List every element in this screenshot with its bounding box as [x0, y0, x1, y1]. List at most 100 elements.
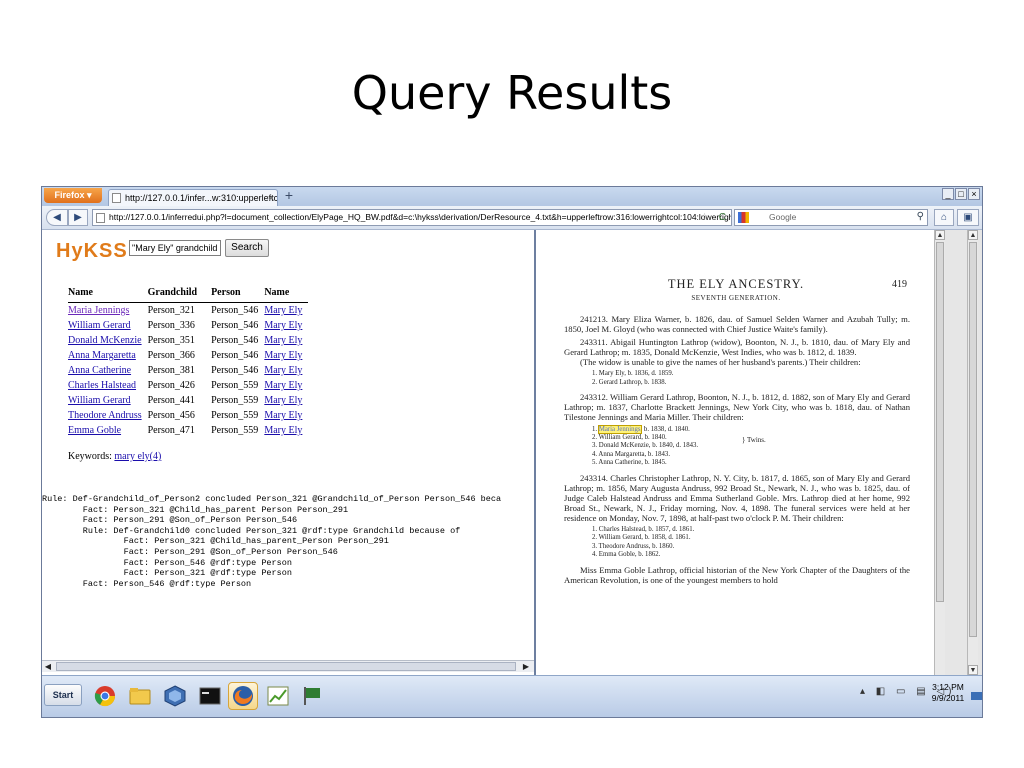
- pdf-vertical-scrollbar[interactable]: ▲: [934, 230, 945, 675]
- pdf-children-list: 1. Mary Ely, b. 1836, d. 1859. 2. Gerard…: [592, 370, 910, 387]
- page-vertical-scrollbar[interactable]: ▲ ▼: [967, 230, 978, 675]
- table-row: William Gerard Person_336 Person_546 Mar…: [68, 318, 308, 333]
- results-table: Name Grandchild Person Name Maria Jennin…: [68, 284, 309, 438]
- slide-title: Query Results: [351, 66, 673, 120]
- person-id: Person_546: [211, 350, 259, 361]
- keywords-label: Keywords:: [68, 451, 112, 462]
- scroll-up-icon[interactable]: ▲: [935, 230, 945, 240]
- hykss-logo: HyKSS: [56, 240, 128, 262]
- scrollbar-thumb[interactable]: [936, 242, 944, 602]
- person-name-link[interactable]: Mary Ely: [264, 395, 302, 406]
- rule-log: Rule: Def-Grandchild_of_Person2 conclude…: [42, 494, 502, 589]
- firefox-icon[interactable]: [228, 682, 258, 710]
- column-header-name: Name: [68, 284, 148, 303]
- start-button[interactable]: Start: [44, 684, 82, 706]
- flag-app-icon[interactable]: [298, 682, 328, 710]
- person-name-link[interactable]: Mary Ely: [264, 425, 302, 436]
- bookmark-star-icon[interactable]: ☆: [700, 210, 709, 225]
- pdf-list-item: 1. Charles Halstead, b. 1857, d. 1861.: [592, 526, 695, 534]
- column-header-grandchild: Grandchild: [147, 284, 212, 303]
- grandchild-name-link[interactable]: William Gerard: [68, 395, 131, 406]
- home-button[interactable]: ⌂: [934, 209, 954, 226]
- person-name-link[interactable]: Mary Ely: [264, 320, 302, 331]
- person-id: Person_546: [211, 305, 259, 316]
- pdf-pane: THE ELY ANCESTRY. 419 SEVENTH GENERATION…: [536, 230, 982, 675]
- results-header-row: Name Grandchild Person Name: [68, 284, 309, 303]
- grandchild-name-link[interactable]: Maria Jennings: [68, 305, 129, 316]
- terminal-icon[interactable]: [195, 682, 225, 710]
- grandchild-name-link[interactable]: Charles Halstead: [68, 380, 136, 391]
- google-icon: [738, 212, 749, 223]
- search-bar[interactable]: Google ⚲: [734, 209, 928, 226]
- scrollbar-thumb[interactable]: [56, 662, 516, 671]
- pdf-children-list: 1. Maria Jennings, b. 1838, d. 1840. 2. …: [592, 424, 910, 468]
- navigation-bar: ◀ ▶ http://127.0.0.1/inferredui.php?l=do…: [42, 206, 982, 230]
- pdf-list-item: 4. Anna Margaretta, b. 1843.: [592, 450, 671, 458]
- grandchild-name-link[interactable]: Emma Goble: [68, 425, 121, 436]
- keywords-line: Keywords: mary ely(4): [68, 451, 161, 462]
- back-button[interactable]: ◀: [46, 209, 68, 226]
- virtualbox-icon[interactable]: [160, 682, 190, 710]
- grandchild-name-link[interactable]: Anna Margaretta: [68, 350, 136, 361]
- grandchild-id: Person_456: [147, 410, 195, 421]
- person-name-link[interactable]: Mary Ely: [264, 335, 302, 346]
- table-row: Emma Goble Person_471 Person_559 Mary El…: [68, 423, 308, 438]
- chart-app-icon[interactable]: [263, 682, 293, 710]
- table-row: Maria Jennings Person_321 Person_546 Mar…: [68, 303, 308, 319]
- person-name-link[interactable]: Mary Ely: [264, 365, 302, 376]
- chrome-icon[interactable]: [90, 682, 120, 710]
- grandchild-id: Person_366: [147, 350, 195, 361]
- maximize-button[interactable]: □: [955, 188, 967, 200]
- person-id: Person_546: [211, 365, 259, 376]
- show-desktop-button[interactable]: [971, 692, 982, 700]
- grandchild-name-link[interactable]: Theodore Andruss: [68, 410, 142, 421]
- query-input[interactable]: "Mary Ely" grandchild: [129, 240, 221, 256]
- table-row: Charles Halstead Person_426 Person_559 M…: [68, 378, 308, 393]
- search-button[interactable]: Search: [225, 239, 269, 257]
- clock[interactable]: 3:12 PM 9/9/2011: [928, 682, 968, 704]
- table-row: William Gerard Person_441 Person_559 Mar…: [68, 393, 308, 408]
- minimize-button[interactable]: _: [942, 188, 954, 200]
- search-icon[interactable]: ⚲: [917, 209, 924, 224]
- grandchild-name-link[interactable]: Donald McKenzie: [68, 335, 142, 346]
- horizontal-scrollbar[interactable]: ◀ ▶: [42, 660, 534, 672]
- person-name-link[interactable]: Mary Ely: [264, 350, 302, 361]
- tab-active[interactable]: http://127.0.0.1/infer...w:310:upperleft…: [108, 189, 278, 206]
- scroll-left-icon[interactable]: ◀: [42, 661, 54, 672]
- new-tab-button[interactable]: +: [282, 188, 296, 203]
- scroll-up-icon[interactable]: ▲: [968, 230, 978, 240]
- folder-icon[interactable]: [125, 682, 155, 710]
- pdf-heading: THE ELY ANCESTRY.: [667, 277, 805, 291]
- grandchild-name-link[interactable]: William Gerard: [68, 320, 131, 331]
- url-bar[interactable]: http://127.0.0.1/inferredui.php?l=docume…: [92, 209, 732, 226]
- table-row: Anna Margaretta Person_366 Person_546 Ma…: [68, 348, 308, 363]
- person-id: Person_559: [211, 380, 259, 391]
- reload-icon[interactable]: C: [719, 210, 726, 225]
- person-name-link[interactable]: Mary Ely: [264, 410, 302, 421]
- scroll-right-icon[interactable]: ▶: [520, 661, 532, 672]
- table-row: Theodore Andruss Person_456 Person_559 M…: [68, 408, 308, 423]
- pdf-paragraph: (The widow is unable to give the names o…: [580, 357, 861, 368]
- close-window-button[interactable]: ×: [968, 188, 980, 200]
- pdf-page: THE ELY ANCESTRY. 419 SEVENTH GENERATION…: [536, 230, 942, 675]
- taskbar: Start ▴ ◧ ▭ ▤ ◁) 3:12 PM 9/9/2011: [42, 675, 982, 717]
- grandchild-id: Person_336: [147, 320, 195, 331]
- search-placeholder: Google: [769, 212, 797, 222]
- scroll-down-icon[interactable]: ▼: [968, 665, 978, 675]
- column-header-person: Person: [211, 284, 265, 303]
- pdf-paragraph: 243314. Charles Christopher Lathrop, N. …: [564, 472, 910, 523]
- url-text: http://127.0.0.1/inferredui.php?l=docume…: [109, 212, 732, 222]
- pdf-list-item: 1. Mary Ely, b. 1836, d. 1859.: [592, 370, 674, 378]
- keyword-link[interactable]: mary ely(4): [114, 451, 161, 462]
- forward-button[interactable]: ▶: [68, 209, 88, 226]
- close-tab-icon[interactable]: ×: [269, 190, 274, 206]
- person-id: Person_559: [211, 425, 259, 436]
- firefox-menu-button[interactable]: Firefox ▾: [44, 188, 102, 203]
- person-name-link[interactable]: Mary Ely: [264, 305, 302, 316]
- person-name-link[interactable]: Mary Ely: [264, 380, 302, 391]
- pdf-subheading: SEVENTH GENERATION.: [691, 294, 781, 302]
- person-id: Person_546: [211, 335, 259, 346]
- menu-button[interactable]: ▣: [957, 209, 979, 226]
- grandchild-name-link[interactable]: Anna Catherine: [68, 365, 131, 376]
- scrollbar-thumb[interactable]: [969, 242, 977, 637]
